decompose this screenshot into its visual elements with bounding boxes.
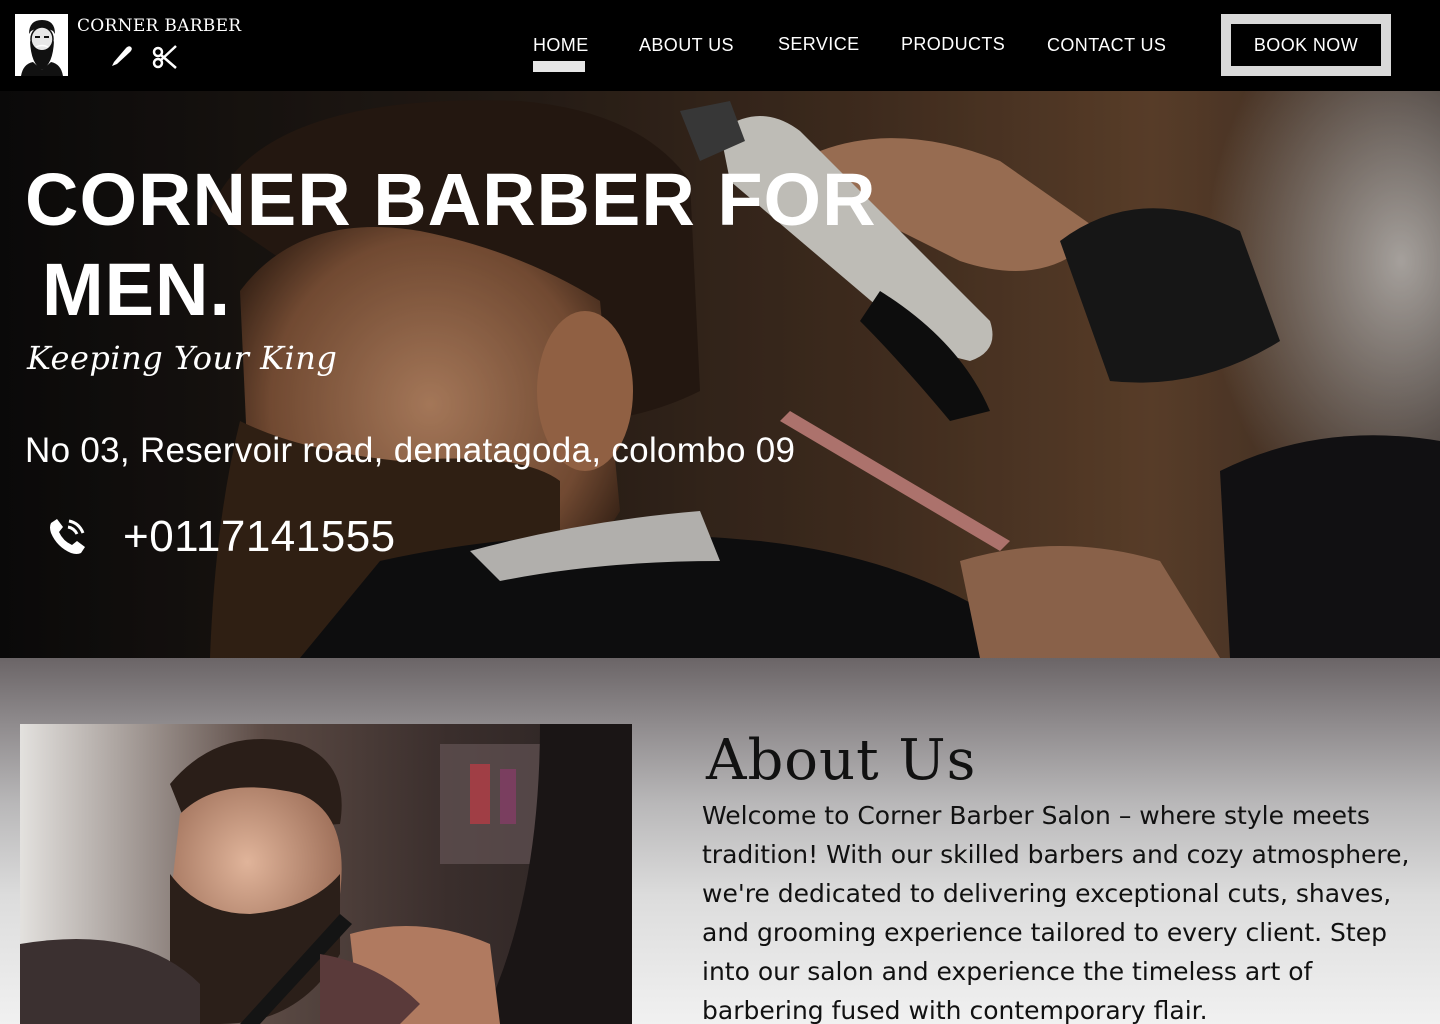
bearded-man-icon [15,14,68,76]
beard-trim-photo [20,724,632,1024]
nav-home[interactable]: HOME [533,35,589,56]
hero-phone-number[interactable]: +0117141555 [123,512,396,562]
book-now-frame: BOOK NOW [1221,14,1391,76]
hero-title-line2: MEN. [42,248,231,331]
active-underline [533,61,585,72]
hero-title-line1: CORNER BARBER FOR [25,158,877,241]
nav-contact-us[interactable]: CONTACT US [1047,35,1166,56]
hero-title: CORNER BARBER FOR MEN. [25,155,877,335]
about-heading: About Us [706,728,977,793]
phone-icon [50,519,85,554]
about-section: About Us Welcome to Corner Barber Salon … [0,658,1440,1024]
about-image [20,724,632,1024]
hero-address: No 03, Reservoir road, dematagoda, colom… [25,431,796,470]
about-description: Welcome to Corner Barber Salon – where s… [702,801,1410,1024]
brand-name: CORNER BARBER [77,16,242,36]
hero-section: CORNER BARBER FOR MEN. Keeping Your King… [0,91,1440,658]
navbar: CORNER BARBER HOME ABOUT US SERVICE PROD… [0,0,1440,91]
nav-service[interactable]: SERVICE [778,34,860,55]
razor-scissors-icon [112,45,177,69]
hero-tagline: Keeping Your King [27,339,338,377]
book-now-button[interactable]: BOOK NOW [1231,24,1381,66]
nav-products[interactable]: PRODUCTS [901,34,1005,55]
nav-about-us[interactable]: ABOUT US [639,35,734,56]
logo[interactable] [15,14,68,76]
